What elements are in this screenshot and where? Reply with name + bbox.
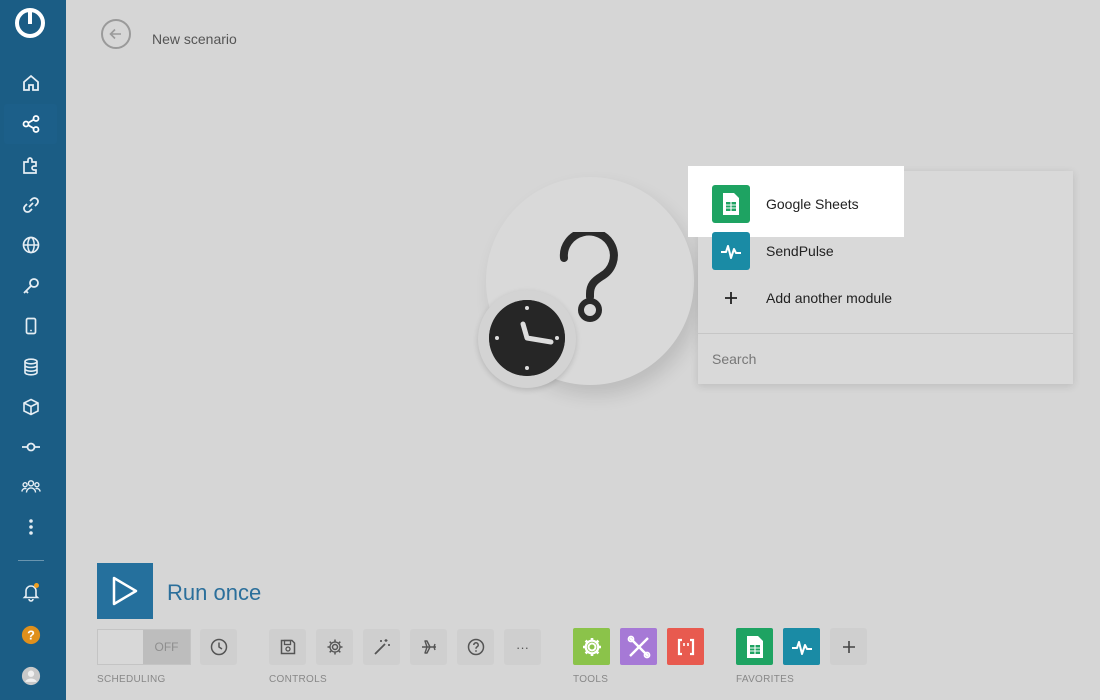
scenario-settings-button[interactable] (316, 629, 353, 665)
nav-data-structures[interactable] (4, 387, 57, 427)
sidebar-divider (18, 560, 44, 561)
nav-webhooks[interactable] (4, 225, 57, 265)
section-label-favorites: FAVORITES (736, 674, 795, 685)
nav-home[interactable] (4, 63, 57, 103)
tools-icon (627, 635, 650, 658)
gear-icon (327, 639, 342, 655)
plus-icon (712, 279, 750, 317)
cube-icon (22, 398, 39, 416)
save-button[interactable] (269, 629, 306, 665)
globe-icon (22, 236, 39, 254)
module-search-input[interactable]: Search (712, 351, 756, 367)
dropdown-item-google-sheets[interactable]: Google Sheets (712, 185, 859, 223)
svg-text:?: ? (27, 628, 35, 643)
make-logo-icon[interactable] (13, 6, 47, 40)
nav-more[interactable] (4, 507, 57, 547)
plus-icon (842, 640, 855, 653)
avatar-icon (21, 666, 40, 686)
favorite-google-sheets[interactable] (736, 628, 773, 665)
more-controls-button[interactable]: ··· (504, 629, 541, 665)
commit-icon (21, 442, 40, 452)
dropdown-divider (698, 333, 1073, 334)
tools-settings-button[interactable] (573, 628, 610, 665)
users-icon (20, 480, 41, 493)
mobile-icon (25, 317, 36, 335)
nav-keys[interactable] (4, 266, 57, 306)
arrow-left-icon (109, 28, 121, 40)
gear-icon (582, 637, 601, 656)
scenario-title[interactable]: New scenario (152, 31, 237, 47)
dropdown-item-label: Add another module (766, 290, 893, 306)
database-icon (23, 358, 38, 376)
dropdown-item-add-module[interactable]: Add another module (712, 279, 892, 317)
save-icon (280, 639, 295, 655)
run-once-label[interactable]: Run once (167, 580, 261, 606)
nav-profile[interactable] (4, 656, 57, 696)
nav-templates[interactable] (4, 145, 57, 185)
dropdown-item-sendpulse[interactable]: SendPulse (712, 232, 834, 270)
question-circle-icon (467, 638, 484, 656)
home-icon (22, 74, 39, 91)
nav-scenarios[interactable] (4, 104, 57, 144)
sidebar: ? (0, 0, 66, 700)
back-button[interactable] (101, 19, 131, 49)
more-vertical-icon (28, 519, 33, 535)
tools-flow-button[interactable] (620, 628, 657, 665)
run-once-button[interactable] (97, 563, 153, 619)
schedule-settings-button[interactable] (200, 629, 237, 665)
bell-icon (22, 583, 39, 602)
flow-control-button[interactable] (410, 629, 447, 665)
play-icon (112, 576, 138, 606)
brackets-icon (677, 638, 694, 655)
airplane-icon (421, 640, 436, 654)
puzzle-icon (22, 157, 37, 174)
dropdown-item-label: Google Sheets (766, 196, 859, 212)
scheduling-toggle[interactable]: OFF (97, 629, 191, 665)
favorite-sendpulse[interactable] (783, 628, 820, 665)
nav-connections[interactable] (4, 185, 57, 225)
auto-align-button[interactable] (363, 629, 400, 665)
magic-wand-icon (373, 639, 390, 655)
toggle-state: OFF (143, 630, 190, 664)
link-icon (22, 197, 39, 213)
dropdown-item-label: SendPulse (766, 243, 834, 259)
sendpulse-icon (791, 640, 812, 655)
nav-flow-control[interactable] (4, 427, 57, 467)
nav-team[interactable] (4, 467, 57, 507)
clock-icon[interactable] (489, 300, 565, 376)
section-label-controls: CONTROLS (269, 674, 327, 685)
clock-icon (210, 638, 227, 656)
help-icon: ? (21, 625, 40, 645)
nav-help[interactable]: ? (4, 615, 57, 655)
section-label-scheduling: SCHEDULING (97, 674, 166, 685)
google-sheets-icon (712, 185, 750, 223)
scenario-canvas[interactable]: New scenario Google Sheets SendPulse Add… (66, 0, 1100, 700)
nav-notifications[interactable] (4, 572, 57, 612)
section-label-tools: TOOLS (573, 674, 609, 685)
share-nodes-icon (22, 115, 39, 133)
toggle-knob (98, 630, 144, 664)
nav-devices[interactable] (4, 306, 57, 346)
tools-json-button[interactable] (667, 628, 704, 665)
google-sheets-icon (746, 635, 763, 658)
key-icon (22, 278, 39, 294)
explain-flow-button[interactable] (457, 629, 494, 665)
sendpulse-icon (712, 232, 750, 270)
nav-data-stores[interactable] (4, 347, 57, 387)
add-favorite-button[interactable] (830, 628, 867, 665)
